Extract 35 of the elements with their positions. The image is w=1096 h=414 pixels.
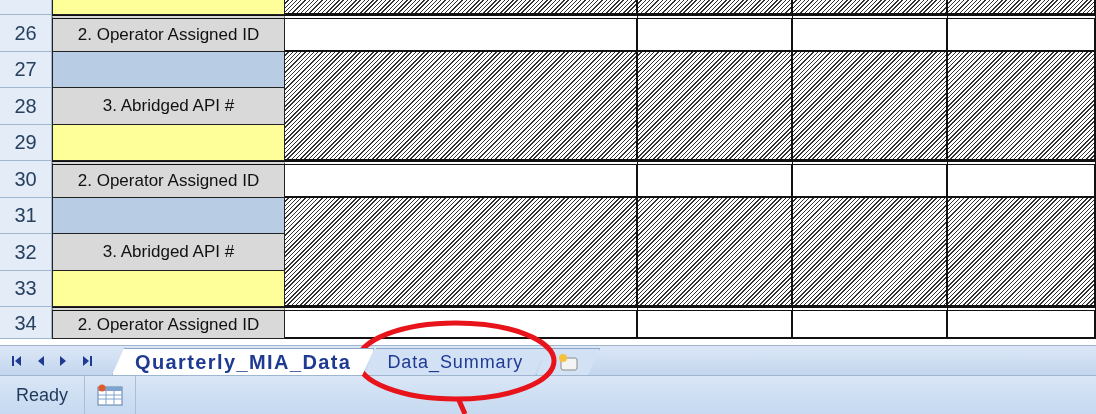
- row-number: 27: [0, 51, 52, 88]
- row-number: 29: [0, 124, 52, 161]
- row-label: 2. Operator Assigned ID: [52, 161, 285, 198]
- table-cell[interactable]: [948, 161, 1096, 198]
- sheet-tab[interactable]: Quarterly_MIA_Data: [112, 348, 375, 375]
- status-text: Ready: [0, 376, 86, 414]
- table-cell[interactable]: [793, 161, 948, 198]
- row-number: 32: [0, 234, 52, 271]
- table-cell[interactable]: [285, 161, 638, 198]
- sheet-tab[interactable]: Data_Summary: [364, 348, 547, 375]
- table-cell[interactable]: [285, 15, 638, 52]
- table-cell[interactable]: [638, 307, 793, 339]
- last-sheet-icon[interactable]: [83, 354, 92, 367]
- normal-view-icon[interactable]: [97, 384, 124, 406]
- table-cell[interactable]: [793, 15, 948, 52]
- row-header: [0, 0, 52, 15]
- row-number: 34: [0, 307, 52, 339]
- previous-sheet-icon[interactable]: [37, 354, 44, 367]
- row-number: 26: [0, 15, 52, 52]
- table-cell[interactable]: [638, 15, 793, 52]
- row-number: 30: [0, 161, 52, 198]
- first-sheet-icon[interactable]: [12, 354, 21, 367]
- table-cell[interactable]: [948, 307, 1096, 339]
- row-number: 33: [0, 270, 52, 307]
- next-sheet-icon[interactable]: [60, 354, 67, 367]
- table-cell[interactable]: [285, 307, 638, 339]
- row-label: 3. Abridged API #: [52, 234, 285, 271]
- row-label: 2. Operator Assigned ID: [52, 15, 285, 52]
- row-number: 31: [0, 197, 52, 234]
- table-cell[interactable]: [793, 307, 948, 339]
- table-cell[interactable]: [638, 161, 793, 198]
- row-label: 3. Abridged API #: [52, 88, 285, 125]
- row-label: 2. Operator Assigned ID: [52, 307, 285, 339]
- table-cell[interactable]: [948, 15, 1096, 52]
- row-number: 28: [0, 88, 52, 125]
